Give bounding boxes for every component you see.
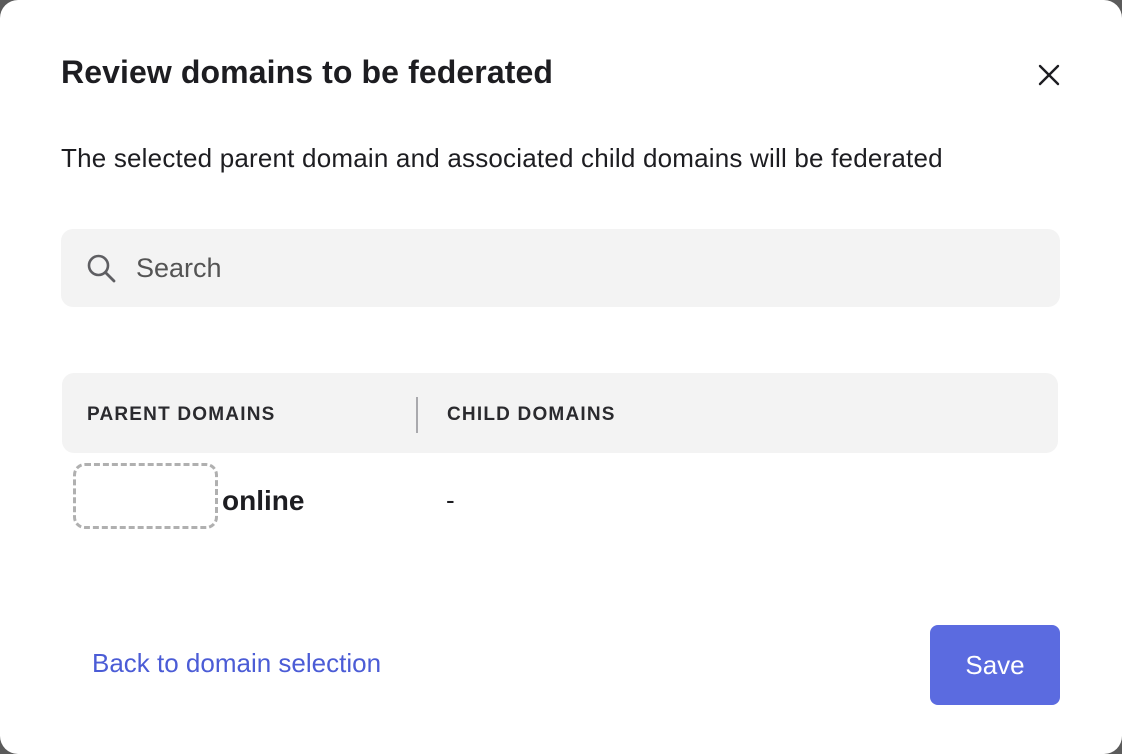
table-row: online -: [62, 460, 1058, 540]
table-header: PARENT DOMAINS CHILD DOMAINS: [62, 373, 1058, 453]
search-icon: [87, 254, 116, 283]
dialog-title: Review domains to be federated: [61, 54, 554, 90]
parent-domain-cell: online: [222, 485, 305, 516]
redacted-region: [73, 463, 218, 529]
back-to-domain-selection-link[interactable]: Back to domain selection: [92, 648, 381, 679]
save-button[interactable]: Save: [930, 625, 1060, 705]
close-icon: [1038, 64, 1060, 86]
dialog-description: The selected parent domain and associate…: [61, 143, 943, 173]
search-input[interactable]: [136, 229, 1036, 307]
search-box[interactable]: [61, 229, 1060, 307]
close-button[interactable]: [1030, 56, 1068, 94]
review-domains-dialog: Review domains to be federated The selec…: [0, 0, 1122, 754]
column-divider[interactable]: [416, 397, 418, 433]
child-domains-cell: -: [446, 485, 455, 515]
column-header-child-domains[interactable]: CHILD DOMAINS: [447, 404, 616, 426]
column-header-parent-domains[interactable]: PARENT DOMAINS: [87, 404, 276, 426]
